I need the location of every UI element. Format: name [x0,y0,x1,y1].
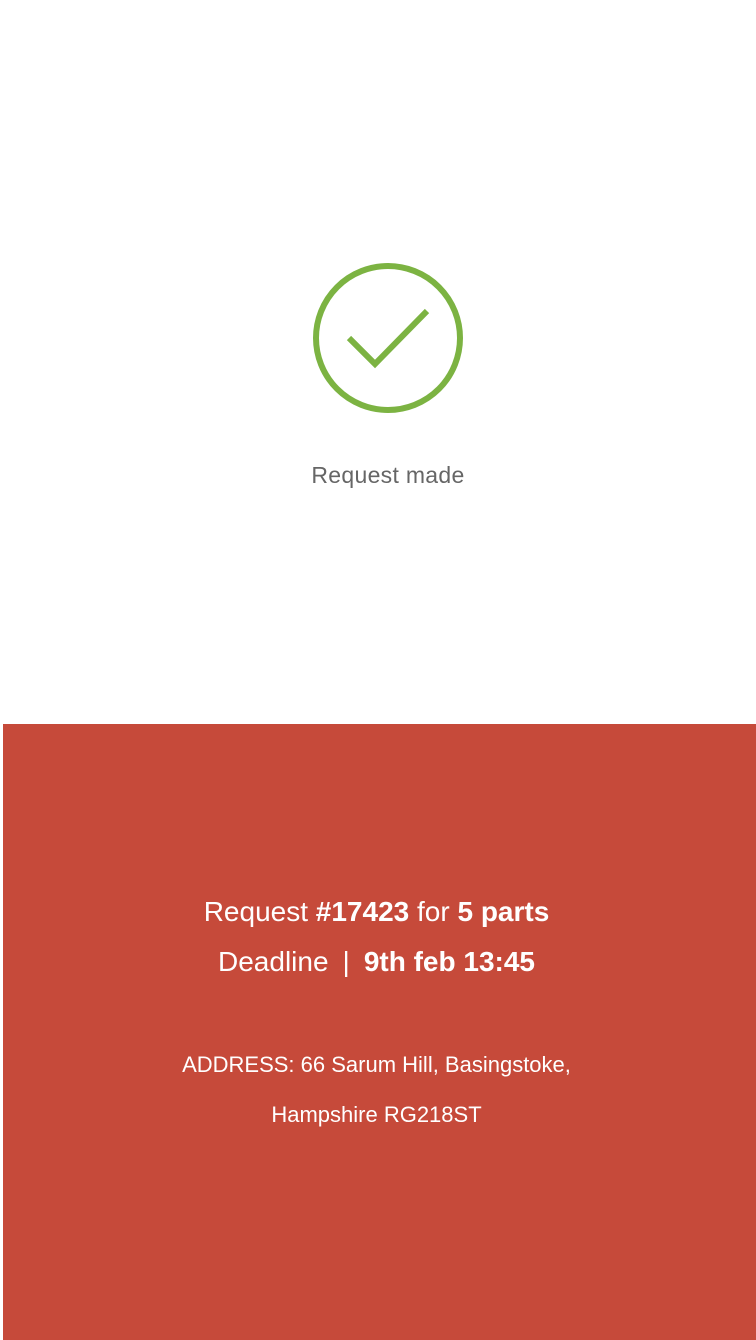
request-number: #17423 [315,896,410,927]
confirmation-header: Request made [0,0,756,724]
deadline-row: Deadline | 9th feb 13:45 [0,946,753,978]
request-details-panel: Request #17423 for 5 parts Deadline | 9th … [3,724,756,1340]
request-label: Request [203,896,308,927]
deadline-label: Deadline [218,946,329,977]
check-circle-icon [312,262,464,414]
deadline-value: 9th feb 13:45 [363,946,535,977]
for-label: for [417,896,450,927]
address-line-1: ADDRESS: 66 Sarum Hill, Basingstoke, [182,1052,571,1077]
address-line-2: Hampshire RG218ST [271,1102,482,1127]
parts-count: 5 parts [457,896,550,927]
request-confirmation-screen: Request made Request #17423 for 5 parts … [0,0,756,1340]
status-message: Request made [311,462,465,488]
request-summary: Request #17423 for 5 parts [0,896,753,928]
deadline-separator: | [342,946,350,977]
